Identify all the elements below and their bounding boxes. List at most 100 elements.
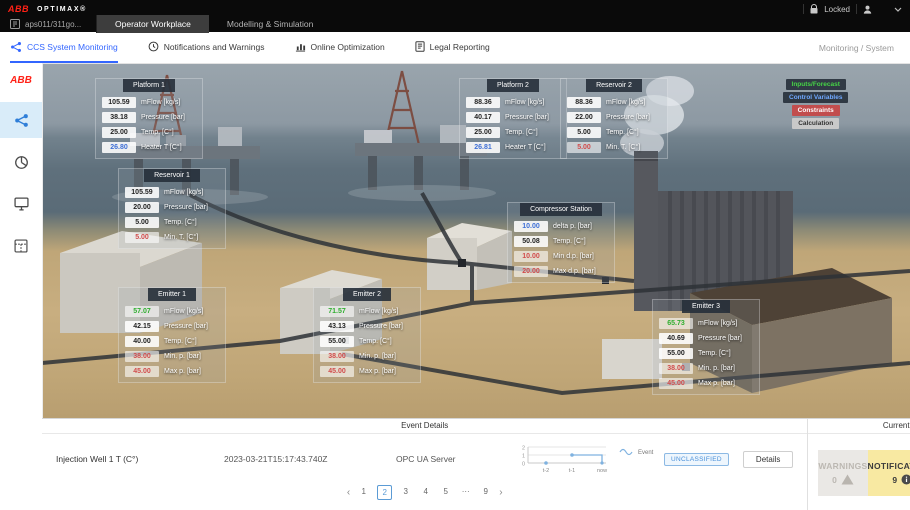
- panel-label: Pressure [bar]: [606, 114, 650, 121]
- panel-title: Platform 1: [123, 79, 175, 92]
- left-sidebar: ABB: [0, 63, 43, 510]
- event-source: OPC UA Server: [396, 454, 514, 464]
- page-number[interactable]: 9: [479, 485, 492, 498]
- page-number[interactable]: 4: [419, 485, 432, 498]
- chevron-down-icon[interactable]: [894, 7, 902, 12]
- panel-row: 20.00 Max d.p. [bar]: [514, 266, 608, 277]
- panel-value: 10.00: [514, 251, 548, 262]
- panel-row: 55.00 Temp. [C°]: [659, 348, 753, 359]
- panel-row: 45.00 Max p. [bar]: [659, 378, 753, 389]
- panel-label: Min. T. [C°]: [606, 144, 640, 151]
- nav-notifications-warnings[interactable]: Notifications and Warnings: [148, 32, 265, 63]
- event-mini-chart: 2 1 0 t-2 t-1 now Event: [514, 442, 664, 476]
- panel-row: 55.00 Temp. [C°]: [320, 336, 414, 347]
- page-next-icon[interactable]: ›: [499, 486, 502, 499]
- panel-row: 38.18 Pressure [bar]: [102, 112, 196, 123]
- panel-label: Max d.p. [bar]: [553, 268, 596, 275]
- page-number[interactable]: 1: [357, 485, 370, 498]
- panel-label: Min. p. [bar]: [359, 353, 396, 360]
- panel-value: 55.00: [659, 348, 693, 359]
- sidebar-item-analytics[interactable]: [0, 144, 42, 180]
- panel-value: 50.08: [514, 236, 548, 247]
- legend-item: Calculation: [792, 118, 839, 129]
- nav-legal-reporting[interactable]: Legal Reporting: [415, 32, 490, 63]
- legend-item: Inputs/Forecast: [786, 79, 846, 90]
- sidebar-item-apps[interactable]: [0, 228, 42, 264]
- panel-value: 42.15: [125, 321, 159, 332]
- panel-label: Temp. [C°]: [164, 338, 197, 345]
- nav-online-optimization[interactable]: Online Optimization: [295, 32, 385, 63]
- panel-value: 65.73: [659, 318, 693, 329]
- panel-rows: 88.36 mFlow [kg/s] 40.17 Pressure [bar] …: [460, 92, 566, 153]
- info-circle-icon: [901, 474, 910, 485]
- panel-value: 45.00: [320, 366, 354, 377]
- panel-value: 57.07: [125, 306, 159, 317]
- tab-modelling-simulation[interactable]: Modelling & Simulation: [209, 15, 331, 33]
- tab-label: Operator Workplace: [115, 19, 191, 29]
- panel-label: Pressure [bar]: [164, 323, 208, 330]
- page-number[interactable]: 3: [399, 485, 412, 498]
- panel-label: Pressure [bar]: [164, 204, 208, 211]
- divider: [856, 4, 857, 14]
- page-prev-icon[interactable]: ‹: [347, 486, 350, 499]
- panel-row: 65.73 mFlow [kg/s]: [659, 318, 753, 329]
- nav-label: Legal Reporting: [430, 42, 490, 52]
- y-tick: 2: [522, 446, 525, 452]
- panel-row: 26.80 Heater T [C°]: [102, 142, 196, 153]
- scene-panel: Reservoir 2 88.36 mFlow [kg/s] 22.00 Pre…: [560, 78, 668, 159]
- locked-label[interactable]: Locked: [824, 5, 850, 14]
- tab-operator-workplace[interactable]: Operator Workplace: [97, 15, 209, 33]
- page-number[interactable]: ···: [459, 485, 472, 498]
- panel-row: 43.13 Pressure [bar]: [320, 321, 414, 332]
- panel-value: 5.00: [125, 217, 159, 228]
- panel-title: Platform 2: [487, 79, 539, 92]
- scene-panel: Compressor Station 10.00 delta p. [bar] …: [507, 202, 615, 283]
- panel-value: 25.00: [102, 127, 136, 138]
- scene-panel: Platform 2 88.36 mFlow [kg/s] 40.17 Pres…: [459, 78, 567, 159]
- panel-row: 57.07 mFlow [kg/s]: [125, 306, 219, 317]
- breadcrumb: Monitoring / System: [819, 32, 910, 63]
- panel-value: 20.00: [514, 266, 548, 277]
- user-icon[interactable]: [863, 5, 872, 14]
- event-name: Injection Well 1 T (C°): [56, 454, 224, 464]
- panel-rows: 71.57 mFlow [kg/s] 43.13 Pressure [bar] …: [314, 301, 420, 377]
- panel-value: 45.00: [659, 378, 693, 389]
- panel-value: 55.00: [320, 336, 354, 347]
- panel-row: 38.00 Min. p. [bar]: [125, 351, 219, 362]
- bar-chart-icon: [295, 41, 306, 52]
- nav-label: Notifications and Warnings: [164, 42, 265, 52]
- workspace-tab[interactable]: aps011/311go...: [0, 15, 97, 33]
- panel-label: Min. T. [C°]: [164, 234, 198, 241]
- panel-row: 38.00 Min. p. [bar]: [659, 363, 753, 374]
- sidebar-item-displays[interactable]: [0, 186, 42, 222]
- abb-logo: ABB: [8, 4, 29, 14]
- nav-label: CCS System Monitoring: [27, 42, 118, 52]
- panel-value: 20.00: [125, 202, 159, 213]
- network-icon: [10, 41, 22, 53]
- panel-title: Compressor Station: [520, 203, 602, 216]
- page-number[interactable]: 2: [377, 485, 392, 500]
- nav-ccs-system-monitoring[interactable]: CCS System Monitoring: [10, 32, 118, 63]
- sidebar-item-system-view[interactable]: [0, 102, 42, 138]
- panel-label: mFlow [kg/s]: [164, 189, 203, 196]
- notifications-card[interactable]: NOTIFICATIONS 9: [868, 450, 910, 496]
- status-badge: UNCLASSIFIED: [664, 453, 729, 466]
- panel-label: Min. p. [bar]: [164, 353, 201, 360]
- panel-row: 10.00 Min d.p. [bar]: [514, 251, 608, 262]
- panel-row: 40.00 Temp. [C°]: [125, 336, 219, 347]
- warnings-card[interactable]: WARNINGS 0: [818, 450, 867, 496]
- details-button[interactable]: Details: [743, 451, 793, 468]
- panel-label: Heater T [C°]: [141, 144, 182, 151]
- page-number[interactable]: 5: [439, 485, 452, 498]
- event-row[interactable]: Injection Well 1 T (C°) 2023-03-21T15:17…: [42, 434, 807, 476]
- panel-row: 20.00 Pressure [bar]: [125, 202, 219, 213]
- window-icon: [10, 19, 20, 29]
- panel-title: Emitter 3: [682, 300, 730, 313]
- panel-row: 88.36 mFlow [kg/s]: [567, 97, 661, 108]
- panel-value: 105.59: [102, 97, 136, 108]
- chart-legend-label: Event: [638, 450, 654, 456]
- panel-label: delta p. [bar]: [553, 223, 592, 230]
- bottom-panel: Event Details Injection Well 1 T (C°) 20…: [42, 418, 910, 510]
- panel-value: 25.00: [466, 127, 500, 138]
- panel-row: 71.57 mFlow [kg/s]: [320, 306, 414, 317]
